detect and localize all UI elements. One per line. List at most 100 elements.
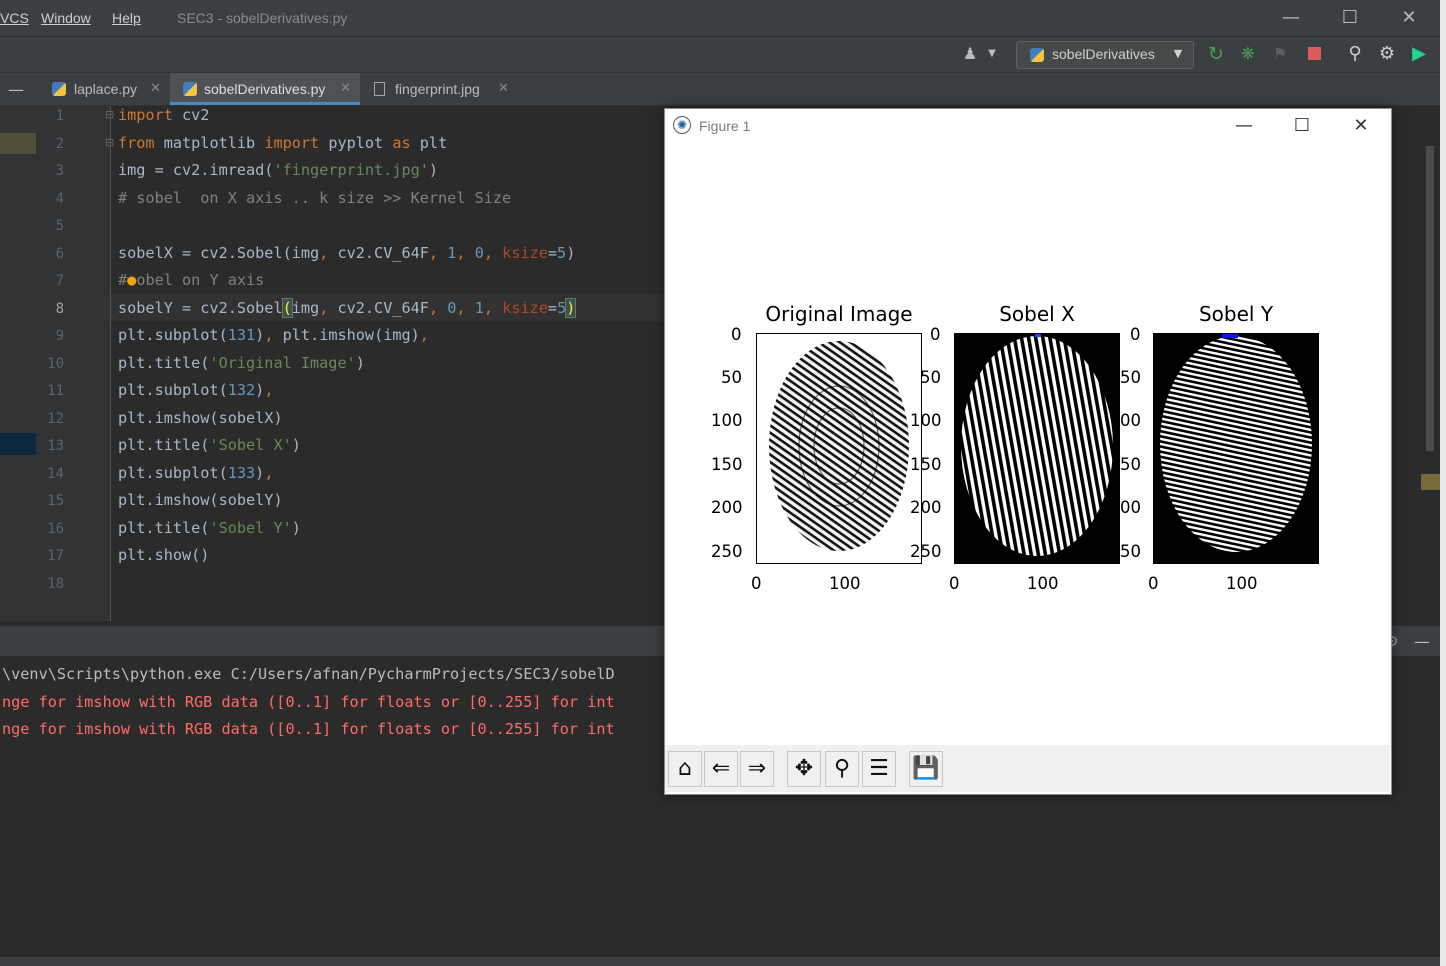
debug-icon[interactable]: ❋	[1238, 44, 1258, 64]
y-tick: 200	[711, 498, 743, 517]
line-number: 2	[55, 136, 64, 152]
code-line-4[interactable]: # sobel on X axis .. k size >> Kernel Si…	[118, 189, 511, 207]
collapse-icon[interactable]: —	[8, 80, 24, 99]
y-tick: 100	[910, 411, 942, 430]
maximize-icon[interactable]: ☐	[1335, 6, 1365, 30]
figure-minimize-icon[interactable]: —	[1229, 114, 1259, 138]
y-tick: 50	[1120, 368, 1141, 387]
sobel-x-image	[961, 334, 1113, 556]
y-tick: 0	[930, 325, 941, 344]
run-config-dropdown-icon[interactable]: ▼	[1168, 44, 1188, 64]
subplot-title: Sobel X	[999, 302, 1075, 326]
y-tick: 100	[711, 411, 743, 430]
code-line-2[interactable]: from matplotlib import pyplot as plt	[118, 134, 447, 152]
line-number: 18	[47, 576, 64, 592]
code-line-9[interactable]: plt.subplot(131), plt.imshow(img),	[118, 326, 429, 344]
y-tick: 50	[721, 368, 742, 387]
code-line-3[interactable]: img = cv2.imread('fingerprint.jpg')	[118, 161, 438, 179]
y-tick: 50	[920, 368, 941, 387]
fingerprint-image	[769, 341, 909, 551]
line-number: 1	[55, 108, 64, 124]
subplot-title: Original Image	[765, 302, 913, 326]
configure-icon[interactable]: ☰	[862, 751, 896, 787]
gutter-marker	[0, 433, 36, 455]
run-command-line: \venv\Scripts\python.exe C:/Users/afnan/…	[2, 665, 615, 683]
line-number: 14	[47, 466, 64, 482]
close-tab-icon[interactable]: ✕	[340, 80, 351, 96]
line-number: 15	[47, 493, 64, 509]
user-icon[interactable]: ♟	[960, 44, 980, 64]
gear-icon[interactable]: ⚙	[1377, 44, 1397, 64]
code-line-15[interactable]: plt.imshow(sobelY)	[118, 491, 283, 509]
chevron-down-icon[interactable]: ▼	[982, 44, 1002, 64]
menu-vcs[interactable]: VCS	[0, 10, 29, 26]
save-icon[interactable]: 💾	[909, 751, 943, 787]
code-line-8[interactable]: sobelY = cv2.Sobel(img, cv2.CV_64F, 0, 1…	[118, 298, 577, 318]
figure-title: Figure 1	[699, 118, 751, 134]
line-number: 17	[47, 548, 64, 564]
y-tick: 0	[731, 325, 742, 344]
y-tick: 50	[1120, 455, 1141, 474]
stop-icon[interactable]	[1304, 44, 1324, 64]
x-tick: 0	[1148, 574, 1159, 593]
figure-maximize-icon[interactable]: ☐	[1287, 114, 1317, 138]
minimize-icon[interactable]: —	[1276, 6, 1306, 30]
x-tick: 100	[829, 574, 861, 593]
fold-icon[interactable]: ⊟	[105, 136, 114, 149]
code-line-6[interactable]: sobelX = cv2.Sobel(img, cv2.CV_64F, 1, 0…	[118, 244, 575, 262]
forward-icon[interactable]: ⇒	[740, 751, 774, 787]
pan-icon[interactable]: ✥	[787, 751, 821, 787]
code-line-11[interactable]: plt.subplot(132),	[118, 381, 273, 399]
line-number: 9	[55, 328, 64, 344]
figure-close-icon[interactable]: ✕	[1346, 114, 1376, 138]
python-icon	[1030, 48, 1044, 62]
error-stripe-marker[interactable]	[1421, 474, 1440, 490]
tab-label: sobelDerivatives.py	[204, 81, 326, 97]
x-tick: 100	[1027, 574, 1059, 593]
code-line-1[interactable]: import cv2	[118, 106, 209, 124]
editor-scrollbar[interactable]	[1426, 146, 1434, 451]
hide-panel-icon[interactable]: —	[1414, 632, 1430, 651]
line-number: 3	[55, 163, 64, 179]
rerun-icon[interactable]: ↻	[1206, 44, 1226, 64]
code-line-16[interactable]: plt.title('Sobel Y')	[118, 519, 301, 537]
pycharm-icon[interactable]: ▶	[1409, 44, 1429, 64]
python-file-icon	[183, 82, 197, 96]
code-line-12[interactable]: plt.imshow(sobelX)	[118, 409, 283, 427]
tab-sobel-derivatives[interactable]: sobelDerivatives.py ✕	[170, 73, 360, 105]
tab-fingerprint[interactable]: fingerprint.jpg ✕	[362, 73, 522, 105]
line-number: 16	[47, 521, 64, 537]
back-icon[interactable]: ⇐	[704, 751, 738, 787]
fold-icon[interactable]: ⊟	[105, 108, 114, 121]
tab-label: laplace.py	[74, 81, 138, 97]
line-number: 11	[47, 383, 64, 399]
code-line-13[interactable]: plt.title('Sobel X')	[118, 436, 301, 454]
tab-laplace[interactable]: laplace.py ✕	[40, 73, 168, 105]
sobel-x-axes	[954, 333, 1120, 564]
y-tick: 150	[711, 455, 743, 474]
close-tab-icon[interactable]: ✕	[498, 80, 509, 96]
y-tick: 50	[1120, 542, 1141, 561]
code-line-14[interactable]: plt.subplot(133),	[118, 464, 273, 482]
zoom-icon[interactable]: ⚲	[825, 751, 859, 787]
code-line-7[interactable]: #●obel on Y axis	[118, 271, 264, 289]
close-icon[interactable]: ✕	[1394, 6, 1424, 30]
y-tick: 00	[1120, 498, 1141, 517]
line-number: 8	[55, 301, 64, 317]
search-icon[interactable]: ⚲	[1345, 44, 1365, 64]
line-number: 5	[55, 218, 64, 234]
menu-help[interactable]: Help	[112, 10, 141, 26]
line-number: 12	[47, 411, 64, 427]
tab-label: fingerprint.jpg	[395, 81, 480, 97]
menu-window[interactable]: Window	[41, 10, 91, 26]
code-line-17[interactable]: plt.show()	[118, 546, 209, 564]
code-line-10[interactable]: plt.title('Original Image')	[118, 354, 365, 372]
line-number: 4	[55, 191, 64, 207]
run-config-label: sobelDerivatives	[1052, 46, 1155, 62]
close-tab-icon[interactable]: ✕	[150, 80, 161, 96]
home-icon[interactable]: ⌂	[668, 751, 702, 787]
coverage-icon[interactable]: ⚑	[1270, 44, 1290, 64]
image-file-icon	[374, 82, 385, 96]
line-number: 10	[47, 356, 64, 372]
y-tick: 00	[1120, 411, 1141, 430]
